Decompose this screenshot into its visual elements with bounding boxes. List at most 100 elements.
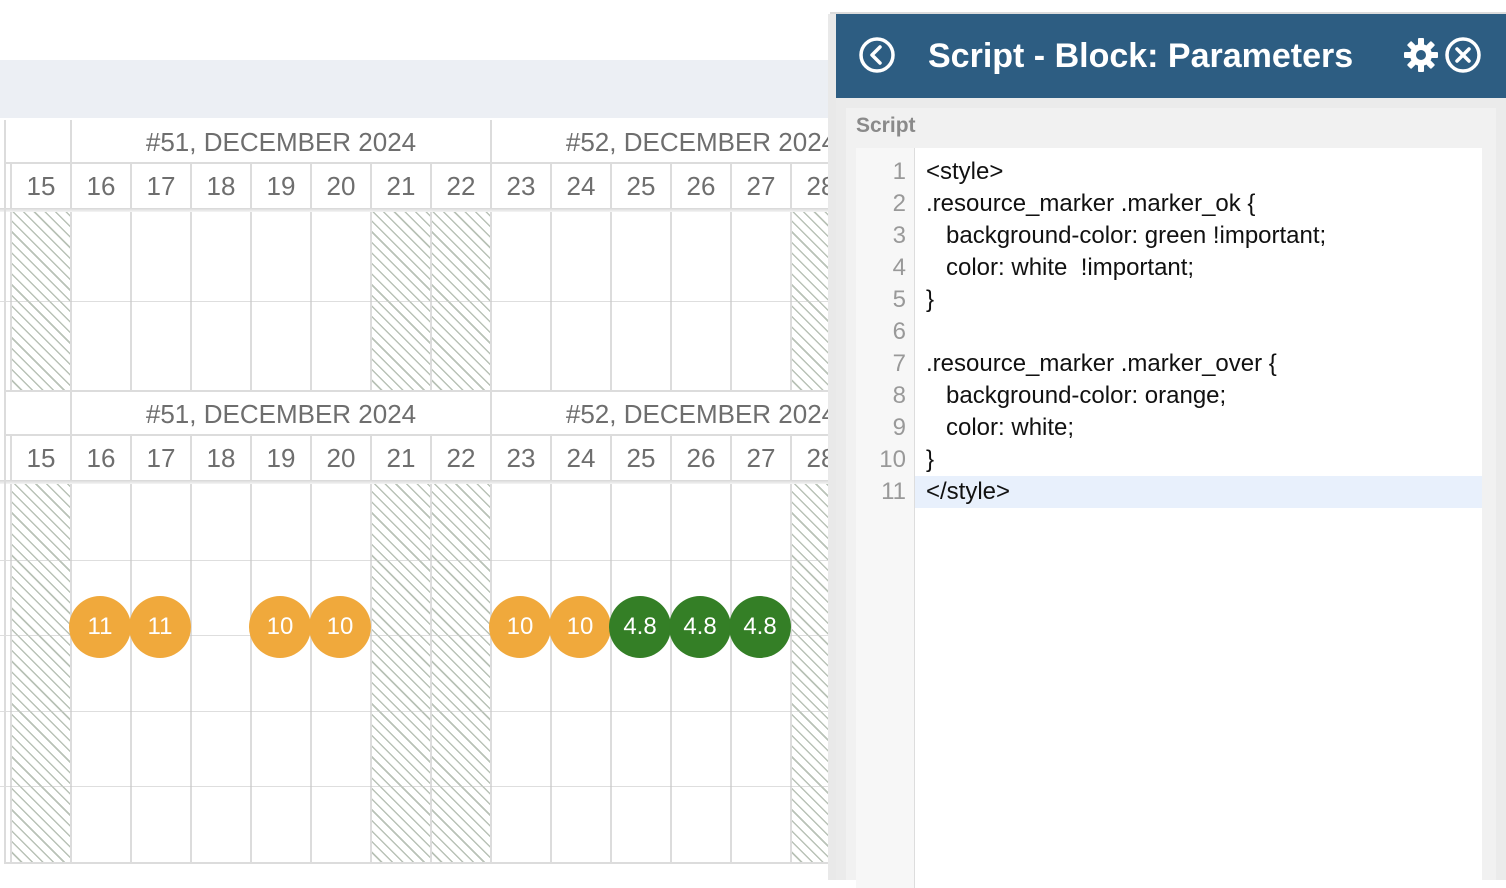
- calendar-bottom-border: [4, 862, 830, 864]
- day-header: 27: [730, 164, 790, 208]
- day-header: 23: [490, 436, 550, 480]
- day-header: 19: [250, 436, 310, 480]
- day-column[interactable]: [730, 484, 790, 862]
- week-header-stub: [4, 120, 70, 164]
- gear-icon[interactable]: [1402, 36, 1440, 74]
- code-line[interactable]: color: white;: [926, 412, 1074, 444]
- code-line[interactable]: .resource_marker .marker_over {: [926, 348, 1277, 380]
- resource-marker-ok[interactable]: 4.8: [609, 596, 671, 658]
- day-header: 28: [790, 436, 830, 480]
- weekend-day-column[interactable]: [370, 484, 430, 862]
- line-number: 1: [892, 158, 906, 185]
- week-header: #52, DECEMBER 2024: [490, 392, 830, 436]
- week-header: #51, DECEMBER 2024: [70, 120, 490, 164]
- day-column[interactable]: [610, 484, 670, 862]
- day-header: 24: [550, 164, 610, 208]
- code-editor[interactable]: 1 2 3 4 5 6 7 8 9 10 11 <style> .resource_marker .m…: [856, 148, 1482, 888]
- line-number: 8: [892, 382, 906, 409]
- weekend-day-column[interactable]: [790, 484, 830, 862]
- line-number: 9: [892, 414, 906, 441]
- calendar-view-2: #51, DECEMBER 2024 #52, DECEMBER 2024 15 16…: [0, 392, 830, 864]
- day-header: 18: [190, 436, 250, 480]
- week-header: #52, DECEMBER 2024: [490, 120, 830, 164]
- calendar-left-border: [4, 120, 6, 862]
- day-header: 22: [430, 436, 490, 480]
- panel-header: Script - Block: Parameters: [836, 14, 1506, 98]
- day-column[interactable]: [490, 484, 550, 862]
- resource-marker-over[interactable]: 11: [129, 596, 191, 658]
- day-column[interactable]: [550, 484, 610, 862]
- code-line[interactable]: }: [926, 444, 934, 476]
- week-header: #51, DECEMBER 2024: [70, 392, 490, 436]
- weekend-day-column[interactable]: [430, 484, 490, 862]
- script-label: Script: [856, 114, 916, 137]
- day-header: 15: [10, 164, 70, 208]
- script-panel: Script - Block: Parameters Script 1 2 3 …: [836, 14, 1506, 888]
- day-column[interactable]: [70, 484, 130, 862]
- day-header: 16: [70, 164, 130, 208]
- resource-marker-ok[interactable]: 4.8: [729, 596, 791, 658]
- row-divider: [0, 301, 830, 302]
- calendar-view-1: #51, DECEMBER 2024 #52, DECEMBER 2024 15 16…: [0, 120, 830, 392]
- day-header: 25: [610, 164, 670, 208]
- line-number: 5: [892, 286, 906, 313]
- day-column[interactable]: [130, 484, 190, 862]
- calendar-toolbar-band: [0, 60, 830, 118]
- code-line[interactable]: background-color: green !important;: [926, 220, 1326, 252]
- code-line[interactable]: <style>: [926, 156, 1003, 188]
- script-section: Script 1 2 3 4 5 6 7 8 9 10 11 <style> .resource_ma…: [846, 108, 1496, 888]
- line-number: 6: [892, 318, 906, 345]
- week-header-stub: [4, 392, 70, 436]
- line-number: 7: [892, 350, 906, 377]
- day-column[interactable]: [190, 484, 250, 862]
- day-header: 20: [310, 164, 370, 208]
- resource-marker-ok[interactable]: 4.8: [669, 596, 731, 658]
- header-shadow: [0, 480, 830, 484]
- day-header: 21: [370, 436, 430, 480]
- line-number-gutter: 1 2 3 4 5 6 7 8 9 10 11: [856, 148, 915, 888]
- day-header: 24: [550, 436, 610, 480]
- close-circle-icon[interactable]: [1444, 36, 1482, 74]
- calendar-area: #51, DECEMBER 2024 #52, DECEMBER 2024 15 16…: [0, 0, 830, 880]
- day-header: 19: [250, 164, 310, 208]
- day-header: 21: [370, 164, 430, 208]
- code-line[interactable]: </style>: [926, 476, 1010, 508]
- day-header: 18: [190, 164, 250, 208]
- back-circle-icon[interactable]: [858, 36, 896, 74]
- row-divider: [0, 559, 830, 561]
- code-line[interactable]: }: [926, 284, 934, 316]
- resource-marker-over[interactable]: 11: [69, 596, 131, 658]
- row-divider: [0, 710, 830, 712]
- day-header: 27: [730, 436, 790, 480]
- day-header: 17: [130, 164, 190, 208]
- panel-title: Script - Block: Parameters: [928, 37, 1354, 75]
- code-line[interactable]: .resource_marker .marker_ok {: [926, 188, 1255, 220]
- row-divider: [0, 786, 830, 788]
- day-header: 23: [490, 164, 550, 208]
- header-shadow: [0, 208, 830, 212]
- line-number: 4: [892, 254, 906, 281]
- line-number: 2: [892, 190, 906, 217]
- code-line[interactable]: background-color: orange;: [926, 380, 1226, 412]
- line-number: 10: [879, 446, 906, 473]
- day-header: 22: [430, 164, 490, 208]
- day-header: 17: [130, 436, 190, 480]
- day-header: 28: [790, 164, 830, 208]
- day-column[interactable]: [250, 484, 310, 862]
- day-header: 26: [670, 436, 730, 480]
- resource-marker-over[interactable]: 10: [309, 596, 371, 658]
- day-header: 20: [310, 436, 370, 480]
- line-number: 11: [881, 478, 906, 505]
- panel-splitter[interactable]: [828, 14, 836, 880]
- resource-marker-over[interactable]: 10: [249, 596, 311, 658]
- line-number: 3: [892, 222, 906, 249]
- day-column[interactable]: [670, 484, 730, 862]
- day-header: 16: [70, 436, 130, 480]
- weekend-day-column[interactable]: [10, 484, 70, 862]
- day-column[interactable]: [310, 484, 370, 862]
- resource-marker-over[interactable]: 10: [489, 596, 551, 658]
- code-line[interactable]: color: white !important;: [926, 252, 1194, 284]
- resource-marker-over[interactable]: 10: [549, 596, 611, 658]
- day-header: 26: [670, 164, 730, 208]
- day-header: 25: [610, 436, 670, 480]
